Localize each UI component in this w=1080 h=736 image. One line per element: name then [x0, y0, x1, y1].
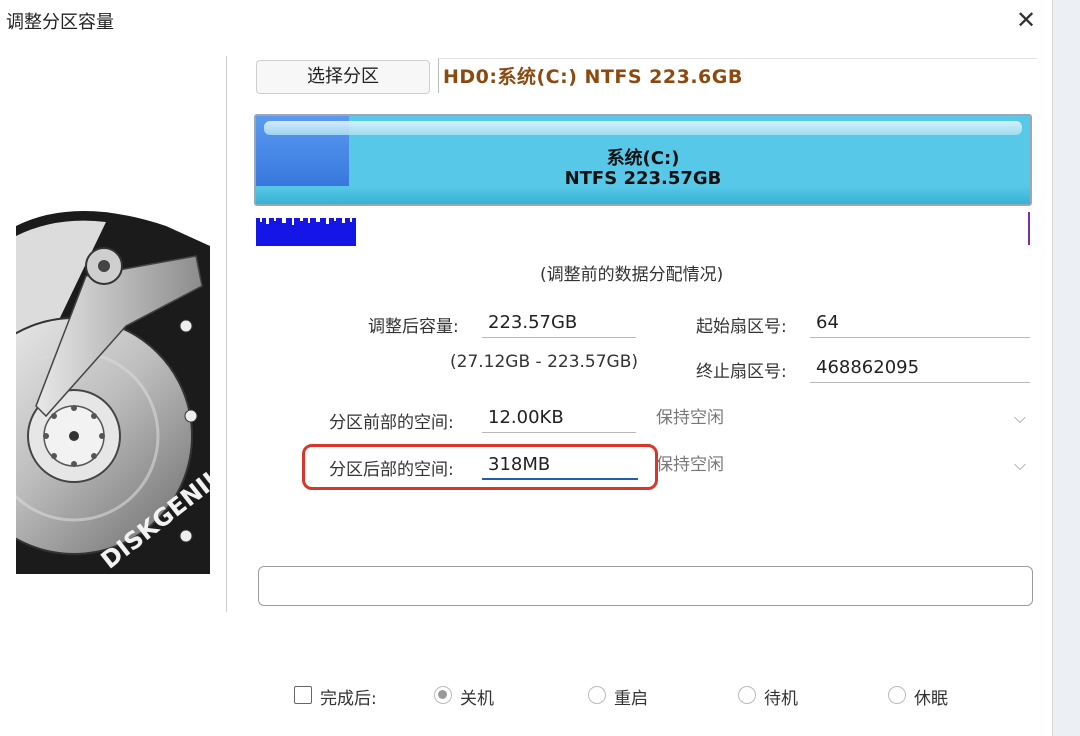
bar-shine [264, 121, 1022, 135]
size-range-hint: (27.12GB - 223.57GB) [450, 352, 639, 372]
start-sector-label: 起始扇区号: [696, 317, 787, 337]
chevron-down-icon: ⌵ [1013, 408, 1026, 427]
resize-partition-dialog: 调整分区容量 ✕ DISKGENIUS 选择分区 HD0:系统(C:) NTFS… [0, 0, 1052, 736]
window-title: 调整分区容量 [6, 12, 114, 33]
radio-standby[interactable] [738, 686, 756, 704]
diskgenius-hdd-illustration: DISKGENIUS [0, 206, 244, 574]
end-sector-field[interactable]: 468862095 [810, 353, 1030, 383]
partition-detail: NTFS 223.57GB [564, 168, 722, 189]
histogram-end-marker [1028, 212, 1030, 245]
start-sector-field[interactable]: 64 [810, 308, 1030, 338]
after-completion-checkbox[interactable] [294, 686, 312, 704]
front-space-option: 保持空闲 [656, 408, 724, 428]
new-size-label: 调整后容量: [368, 317, 459, 337]
after-completion-label: 完成后: [320, 689, 377, 709]
vertical-divider [226, 56, 227, 612]
radio-restart[interactable] [588, 686, 606, 704]
close-icon[interactable]: ✕ [1012, 6, 1040, 34]
front-space-field[interactable]: 12.00KB [482, 403, 636, 433]
front-space-select[interactable]: 保持空闲 ⌵ [650, 403, 1030, 433]
end-sector-label: 终止扇区号: [696, 362, 787, 382]
chevron-down-icon: ⌵ [1013, 455, 1026, 474]
select-partition-button[interactable]: 选择分区 [256, 60, 430, 94]
data-distribution-histogram [256, 218, 356, 246]
background-window-edge [1052, 0, 1080, 736]
radio-restart-label: 重启 [614, 689, 648, 709]
new-size-field[interactable]: 223.57GB [482, 308, 636, 338]
radio-shutdown-label: 关机 [460, 689, 494, 709]
front-space-label: 分区前部的空间: [329, 413, 454, 433]
red-highlight-box [302, 444, 658, 490]
back-space-option: 保持空闲 [656, 455, 724, 475]
partition-name: 系统(C:) [606, 148, 680, 169]
radio-shutdown[interactable] [434, 686, 452, 704]
progress-bar [258, 566, 1033, 606]
radio-standby-label: 待机 [764, 689, 798, 709]
partition-info-field: HD0:系统(C:) NTFS 223.6GB [438, 58, 1037, 93]
back-space-select[interactable]: 保持空闲 ⌵ [650, 450, 1030, 480]
disk-partition-bar[interactable]: 系统(C:) NTFS 223.57GB [254, 114, 1032, 206]
radio-hibernate-label: 休眠 [914, 689, 948, 709]
radio-hibernate[interactable] [888, 686, 906, 704]
distribution-caption: (调整前的数据分配情况) [540, 265, 724, 285]
